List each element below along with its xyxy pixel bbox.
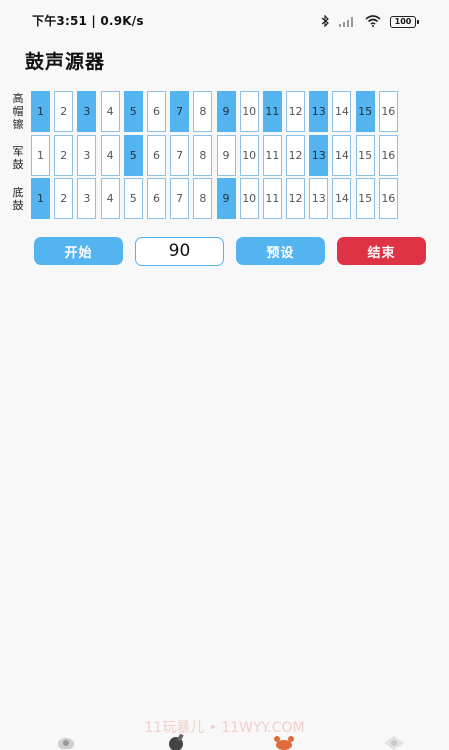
beat-cell-snare-9[interactable]: 9	[216, 135, 236, 176]
beat-cell-kick-1[interactable]: 1	[31, 178, 50, 219]
beat-cell-kick-16[interactable]: 16	[378, 178, 398, 219]
beat-cell-snare-10[interactable]: 10	[239, 135, 259, 176]
gift-icon[interactable]	[382, 734, 406, 750]
beat-cell-hihat-1[interactable]: 1	[31, 91, 50, 132]
beat-cell-kick-14[interactable]: 14	[332, 178, 352, 219]
beat-cell-hihat-8[interactable]: 8	[193, 91, 213, 132]
preset-button[interactable]: 预设	[236, 237, 325, 265]
beat-cell-hihat-14[interactable]: 14	[332, 91, 352, 132]
controls-bar: 开始 90 预设 结束	[0, 237, 449, 267]
beat-cell-snare-16[interactable]: 16	[378, 135, 398, 176]
beat-cell-snare-14[interactable]: 14	[332, 135, 352, 176]
beat-cell-kick-3[interactable]: 3	[77, 178, 97, 219]
game-icon[interactable]	[164, 733, 188, 750]
beat-cell-snare-6[interactable]: 6	[146, 135, 166, 176]
beat-cell-snare-11[interactable]: 11	[262, 135, 282, 176]
beat-cell-snare-12[interactable]: 12	[286, 135, 306, 176]
beat-cell-snare-3[interactable]: 3	[77, 135, 97, 176]
beat-cell-snare-4[interactable]: 4	[100, 135, 120, 176]
start-button[interactable]: 开始	[34, 237, 123, 265]
beat-cell-kick-8[interactable]: 8	[193, 178, 213, 219]
beat-cell-snare-8[interactable]: 8	[193, 135, 213, 176]
beat-row-kick: 1 2 3 4 5 6 7 8 9 10 11 12 13 14 15 16	[31, 178, 398, 219]
beat-cell-hihat-12[interactable]: 12	[286, 91, 306, 132]
beat-cell-snare-7[interactable]: 7	[170, 135, 190, 176]
beat-cell-hihat-6[interactable]: 6	[146, 91, 166, 132]
beat-cell-hihat-4[interactable]: 4	[100, 91, 120, 132]
beat-cell-hihat-11[interactable]: 11	[262, 91, 282, 132]
beat-cell-kick-4[interactable]: 4	[100, 178, 120, 219]
signal-icon	[338, 12, 356, 31]
beat-cell-snare-13[interactable]: 13	[309, 135, 329, 176]
beat-row-hihat: 1 2 3 4 5 6 7 8 9 10 11 12 13 14 15 16	[31, 91, 398, 132]
track-label-hihat: 高帽镲	[12, 92, 24, 131]
beat-cell-hihat-7[interactable]: 7	[170, 91, 190, 132]
bottom-nav	[0, 728, 449, 750]
beat-cell-kick-12[interactable]: 12	[286, 178, 306, 219]
beat-cell-hihat-2[interactable]: 2	[54, 91, 74, 132]
beat-cell-kick-5[interactable]: 5	[123, 178, 143, 219]
beat-cell-kick-13[interactable]: 13	[309, 178, 329, 219]
beat-cell-hihat-15[interactable]: 15	[355, 91, 375, 132]
wifi-icon	[365, 12, 381, 31]
beat-cell-kick-15[interactable]: 15	[355, 178, 375, 219]
beat-cell-kick-7[interactable]: 7	[170, 178, 190, 219]
beat-cell-hihat-10[interactable]: 10	[239, 91, 259, 132]
bluetooth-icon	[321, 12, 329, 31]
battery-icon: 100	[390, 15, 419, 28]
status-time: 下午3:51 | 0.9K/s	[32, 14, 144, 28]
beat-cell-kick-10[interactable]: 10	[239, 178, 259, 219]
beat-cell-snare-1[interactable]: 1	[31, 135, 50, 176]
track-label-snare: 军鼓	[12, 145, 24, 171]
beat-cell-hihat-13[interactable]: 13	[309, 91, 329, 132]
status-bar: 下午3:51 | 0.9K/s 100	[0, 0, 449, 38]
beat-cell-kick-6[interactable]: 6	[146, 178, 166, 219]
beat-cell-kick-9[interactable]: 9	[216, 178, 236, 219]
beat-cell-snare-2[interactable]: 2	[54, 135, 74, 176]
beat-row-snare: 1 2 3 4 5 6 7 8 9 10 11 12 13 14 15 16	[31, 135, 398, 176]
beat-cell-snare-5[interactable]: 5	[123, 135, 143, 176]
beat-cell-hihat-9[interactable]: 9	[216, 91, 236, 132]
tempo-input[interactable]: 90	[135, 237, 224, 266]
stop-button[interactable]: 结束	[337, 237, 426, 265]
beat-cell-snare-15[interactable]: 15	[355, 135, 375, 176]
track-label-kick: 底鼓	[12, 186, 24, 212]
status-icons: 100	[321, 12, 419, 31]
beat-cell-hihat-3[interactable]: 3	[77, 91, 97, 132]
page-title: 鼓声源器	[25, 51, 106, 73]
beat-cell-hihat-16[interactable]: 16	[378, 91, 398, 132]
beat-cell-kick-11[interactable]: 11	[262, 178, 282, 219]
crab-icon[interactable]	[272, 734, 296, 750]
home-icon[interactable]	[56, 734, 76, 750]
beat-cell-hihat-5[interactable]: 5	[123, 91, 143, 132]
beat-cell-kick-2[interactable]: 2	[54, 178, 74, 219]
